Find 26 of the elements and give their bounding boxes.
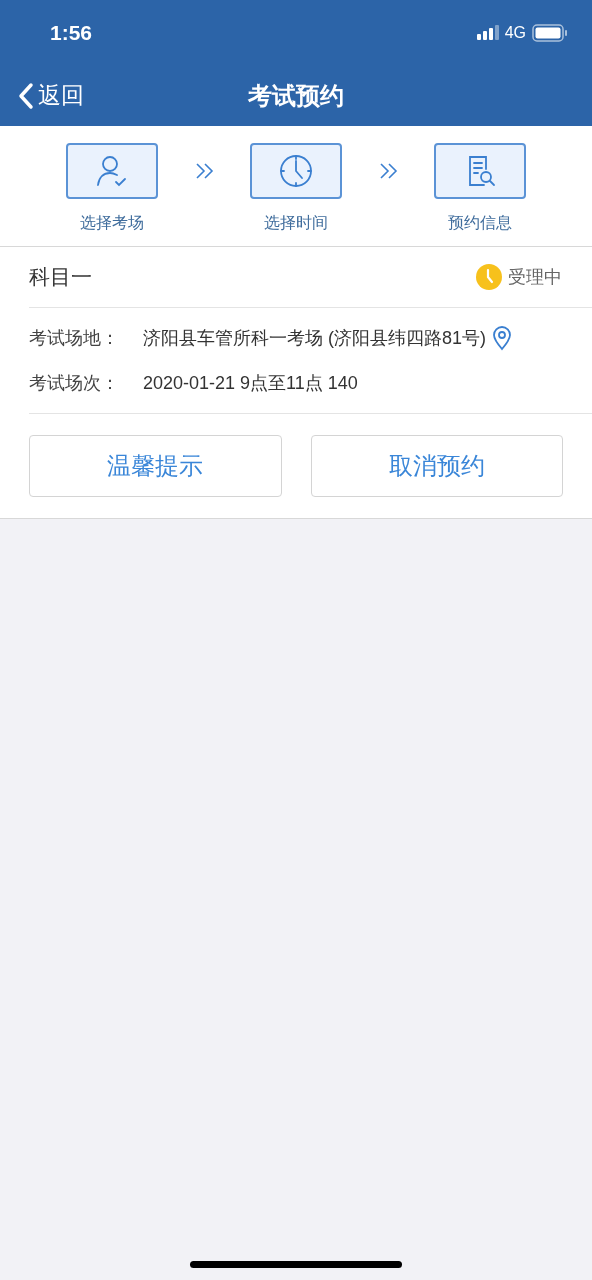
- action-button[interactable]: 取消预约: [310, 435, 563, 497]
- status-label: 受理中: [508, 265, 562, 289]
- detail-label: 考试场次：: [29, 371, 120, 395]
- signal-icon: [476, 24, 499, 41]
- battery-icon: [532, 23, 568, 42]
- step-label: 预约信息: [448, 213, 512, 233]
- chevron-left-icon: [18, 81, 34, 110]
- location-pin-icon[interactable]: [492, 325, 512, 351]
- step-tile[interactable]: [66, 143, 158, 199]
- status-time: 1:56: [50, 19, 93, 46]
- subject-title: 科目一: [29, 264, 92, 291]
- detail-value: 2020-01-21 9点至11点 140: [143, 371, 358, 395]
- step-label: 选择考场: [80, 213, 144, 233]
- double-chevron-icon: [195, 162, 215, 180]
- clock-icon: [476, 264, 502, 290]
- detail-label: 考试场地：: [29, 326, 120, 350]
- page-title: 考试预约: [248, 80, 344, 111]
- step-tile[interactable]: [250, 143, 342, 199]
- step-tile[interactable]: [434, 143, 526, 199]
- network-label: 4G: [504, 22, 526, 43]
- clock-icon: [278, 153, 314, 189]
- step-label: 选择时间: [264, 213, 328, 233]
- action-button[interactable]: 温馨提示: [29, 435, 282, 497]
- back-button[interactable]: 返回: [0, 78, 84, 113]
- double-chevron-icon: [379, 162, 399, 180]
- detail-value: 济阳县车管所科一考场 (济阳县纬四路81号): [143, 326, 486, 350]
